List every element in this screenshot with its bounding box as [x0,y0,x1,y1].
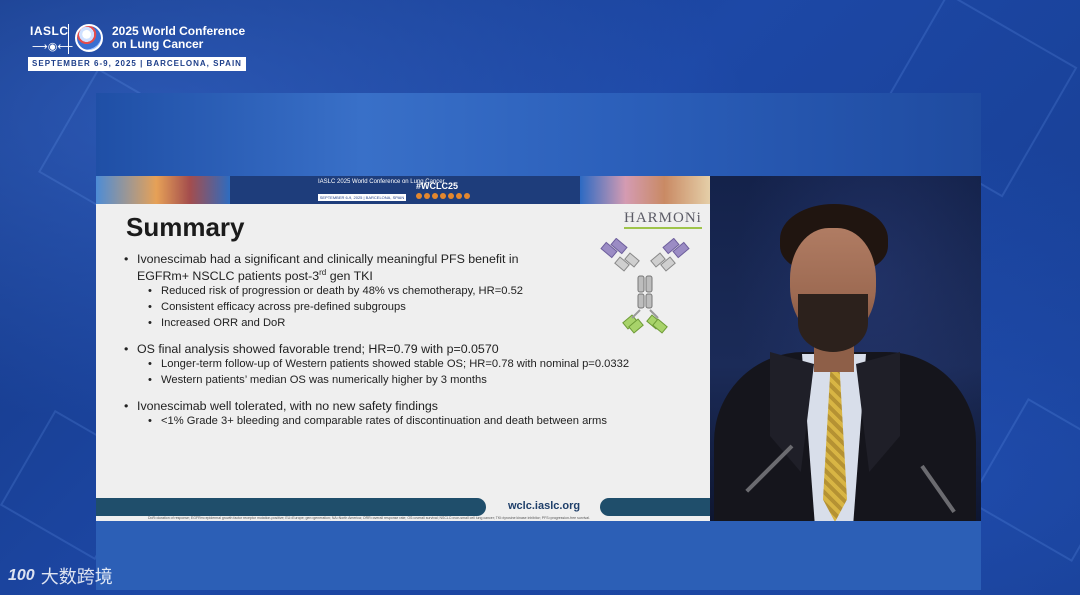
social-icon [440,193,446,199]
bullet-os: OS final analysis showed favorable trend… [124,342,664,356]
slide-footer-url: wclc.iaslc.org [508,500,581,512]
sub-bullet: Reduced risk of progression or death by … [124,283,664,299]
logo-divider [68,24,69,54]
screen-top-band [96,93,981,176]
bullet-pfs-line2-text: EGFRm+ NSCLC patients post-3 [137,269,320,284]
social-icon [456,193,462,199]
social-icon [448,193,454,199]
social-icon [432,193,438,199]
slide-hashtag: #WCLC25 [416,181,459,191]
watermark-logo: 100 [8,567,35,584]
slide-title: Summary [126,212,245,242]
slide-header-dates: SEPTEMBER 6-9, 2025 | BARCELONA, SPAIN [318,194,406,201]
header-photo-right [580,176,710,204]
bispecific-antibody-icon [600,238,690,334]
bullet-pfs-line2: EGFRm+ NSCLC patients post-3rd gen TKI [137,266,664,283]
watermark: 100 大数跨境 [8,563,113,589]
slide-footer-bar [96,498,486,516]
speaker-beard [798,294,868,352]
conference-title: 2025 World Conference on Lung Cancer [112,25,252,51]
social-icon [424,193,430,199]
sub-bullet: Western patients’ median OS was numerica… [124,372,664,388]
iaslc-logo-text: IASLC [30,24,69,38]
presentation-slide: IASLC 2025 World Conference on Lung Canc… [96,176,710,521]
social-icons [416,193,470,199]
sub-bullet: Consistent efficacy across pre-defined s… [124,299,664,315]
social-icon [416,193,422,199]
globe-icon [75,24,103,52]
conference-logo: IASLC ⟶◉⟵ 2025 World Conference on Lung … [28,22,248,74]
conference-title-line2: on Lung Cancer [112,37,204,51]
speaker-video [710,176,981,521]
social-icon [464,193,470,199]
slide-footer-bar-right [600,498,710,516]
bullet-pfs: Ivonescimab had a significant and clinic… [124,252,664,283]
lung-icon: ⟶◉⟵ [32,41,74,53]
header-photo-left [96,176,230,204]
slide-header: IASLC 2025 World Conference on Lung Canc… [96,176,710,204]
summary-bullets: Ivonescimab had a significant and clinic… [124,252,664,429]
conference-dates: SEPTEMBER 6-9, 2025 | BARCELONA, SPAIN [28,57,246,71]
slide-abbreviations: DoR=duration of response; EGFRm=epiderma… [148,516,590,520]
sub-bullet: Longer-term follow-up of Western patient… [124,356,664,372]
sub-bullet: Increased ORR and DoR [124,315,664,331]
watermark-text: 大数跨境 [40,567,113,588]
bullet-pfs-line1: Ivonescimab had a significant and clinic… [137,252,519,266]
bullet-safety: Ivonescimab well tolerated, with no new … [124,399,664,413]
harmoni-trial-logo: HARMONi [624,210,702,229]
sub-bullet: <1% Grade 3+ bleeding and comparable rat… [124,413,664,429]
bullet-pfs-line2-end: gen TKI [326,269,373,284]
slide-header-org: IASLC [318,179,336,185]
